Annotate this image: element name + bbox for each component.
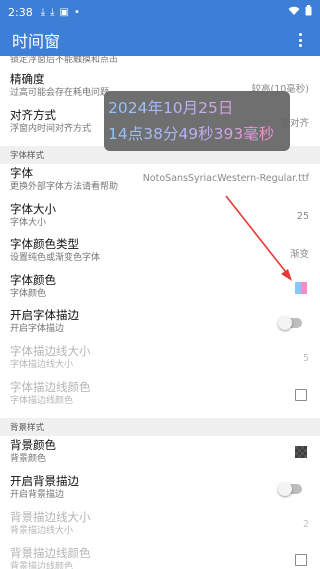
setting-title: 字体颜色 [10, 273, 56, 287]
font-stroke-color-swatch[interactable] [295, 389, 307, 401]
system-icons [288, 5, 312, 19]
setting-subtitle: 背景颜色 [10, 454, 47, 464]
setting-font-stroke[interactable]: 开启字体描边 开启字体描边 [0, 308, 320, 335]
bg-stroke-toggle[interactable] [278, 482, 302, 496]
setting-font-stroke-color[interactable]: 字体描边线颜色 字体描边线颜色 [0, 380, 320, 407]
setting-bg-stroke[interactable]: 开启背景描边 开启背景描边 [0, 474, 320, 501]
setting-value: 渐变 [289, 249, 309, 260]
image-icon: ▣ [59, 6, 69, 18]
setting-title: 背景描边线颜色 [10, 546, 91, 560]
setting-title: 开启背景描边 [10, 474, 79, 488]
battery-icon [305, 5, 312, 19]
app-bar: 时间窗 [0, 24, 320, 56]
setting-bg-stroke-color[interactable]: 背景描边线颜色 背景描边线颜色 [0, 546, 320, 569]
section-header-bg-style: 背景样式 [0, 418, 320, 436]
wifi-icon [288, 6, 300, 19]
setting-subtitle: 背景描边线颜色 [10, 562, 74, 569]
overlay-time: 14点38分49秒393毫秒 [108, 121, 286, 147]
setting-lock[interactable]: 锁定浮窗后不能触摸和点击 [0, 56, 320, 66]
setting-font[interactable]: 字体 更换外部字体方法请看帮助 NotoSansSyriacWestern-Re… [0, 166, 320, 193]
setting-title: 字体颜色类型 [10, 237, 79, 251]
setting-subtitle: 字体描边线颜色 [10, 396, 74, 406]
more-vert-icon[interactable] [292, 30, 308, 50]
setting-subtitle: 字体大小 [10, 218, 47, 228]
setting-title: 字体描边线大小 [10, 344, 91, 358]
font-color-swatch[interactable] [295, 282, 307, 294]
setting-font-stroke-size[interactable]: 字体描边线大小 字体描边线大小 5 [0, 344, 320, 371]
font-stroke-toggle[interactable] [278, 316, 302, 330]
setting-subtitle: 字体描边线大小 [10, 360, 74, 370]
dot-icon: • [74, 6, 80, 18]
setting-value: 25 [296, 211, 309, 222]
download-icon: ⤓ [40, 6, 46, 18]
setting-title: 背景描边线大小 [10, 510, 91, 524]
setting-title: 开启字体描边 [10, 308, 79, 322]
setting-font-color-type[interactable]: 字体颜色类型 设置纯色或渐变色字体 渐变 [0, 237, 320, 264]
status-time: 2:38 [8, 5, 33, 19]
setting-font-size[interactable]: 字体大小 字体大小 25 [0, 202, 320, 229]
download-icon: ⤓ [50, 6, 55, 18]
floating-time-window[interactable]: 2024年10月25日 14点38分49秒393毫秒 [104, 91, 290, 151]
overlay-date: 2024年10月25日 [108, 95, 286, 121]
setting-title: 字体大小 [10, 202, 56, 216]
setting-value: NotoSansSyriacWestern-Regular.ttf [142, 173, 309, 184]
bg-color-swatch[interactable] [295, 446, 307, 458]
setting-bg-color[interactable]: 背景颜色 背景颜色 [0, 438, 320, 465]
setting-subtitle: 背景描边线大小 [10, 526, 74, 536]
setting-value: 2 [302, 519, 309, 530]
setting-title: 背景颜色 [10, 438, 56, 452]
setting-title: 字体描边线颜色 [10, 380, 91, 394]
setting-subtitle: 开启字体描边 [10, 324, 65, 334]
setting-value: 5 [302, 353, 309, 364]
status-bar: 2:38 ⤓ ⤓ ▣ • [0, 0, 320, 24]
setting-subtitle: 开启背景描边 [10, 490, 65, 500]
setting-subtitle: 设置纯色或渐变色字体 [10, 253, 101, 263]
notification-icons: ⤓ ⤓ ▣ • [41, 7, 80, 18]
bg-stroke-color-swatch[interactable] [295, 554, 307, 566]
setting-bg-stroke-size[interactable]: 背景描边线大小 背景描边线大小 2 [0, 510, 320, 537]
setting-subtitle: 字体颜色 [10, 289, 47, 299]
setting-subtitle: 锁定浮窗后不能触摸和点击 [10, 56, 119, 65]
setting-font-color[interactable]: 字体颜色 字体颜色 [0, 273, 320, 300]
app-title: 时间窗 [12, 32, 61, 51]
